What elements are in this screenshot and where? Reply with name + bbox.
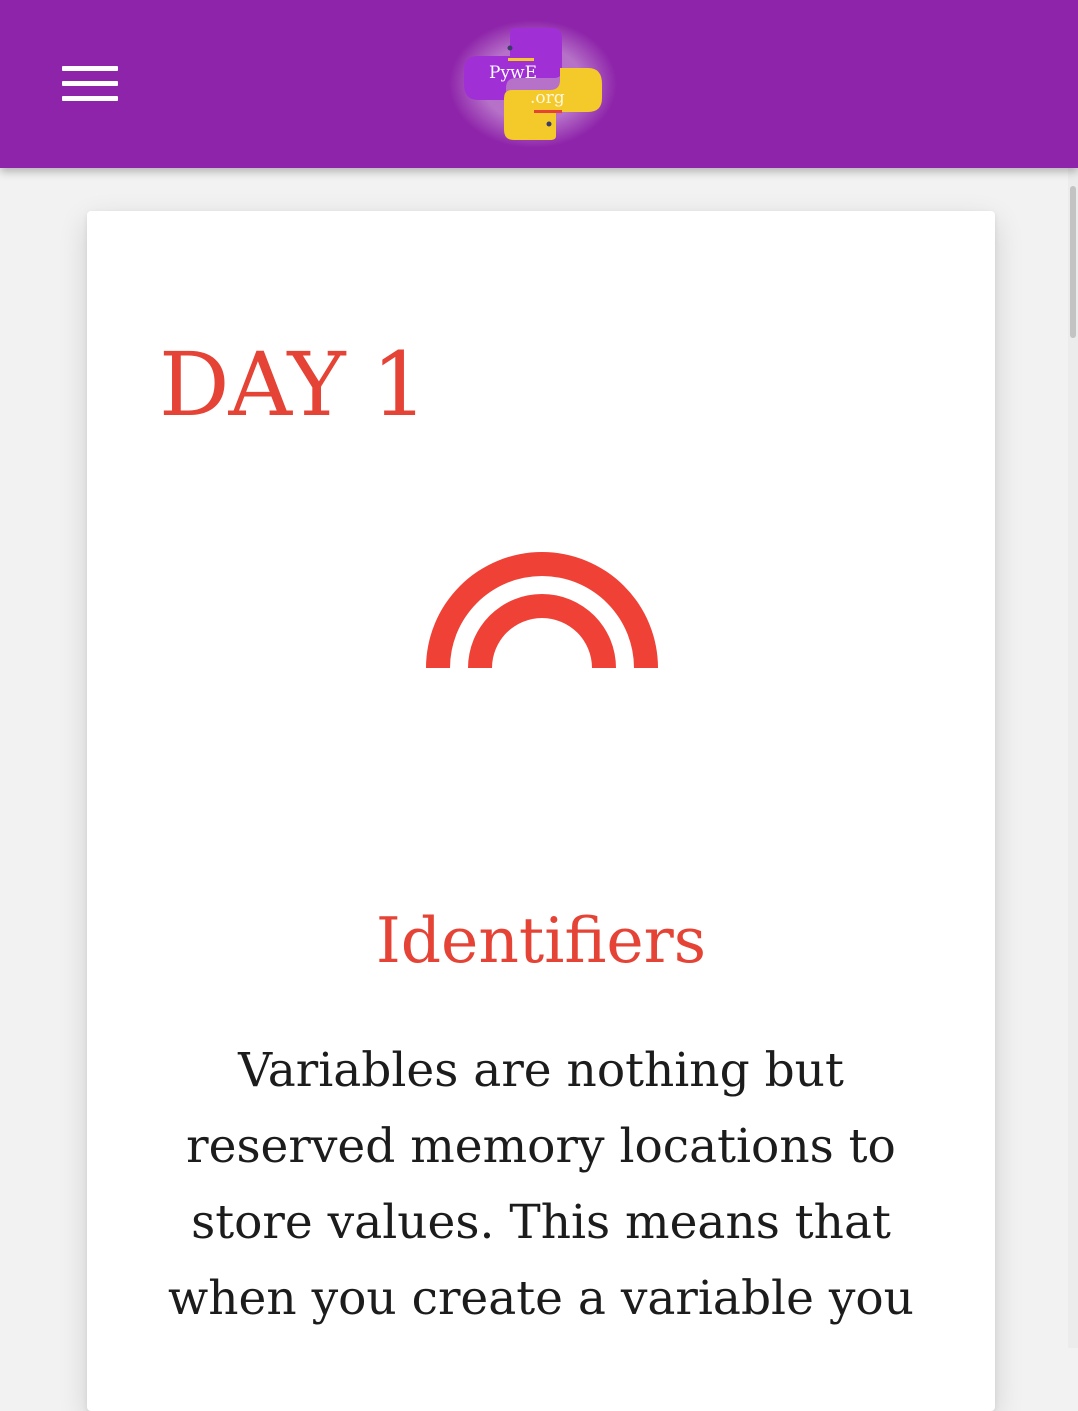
hamburger-menu-button[interactable] [62,64,118,104]
site-logo[interactable]: PywE .org [448,18,618,150]
menu-bar-top [62,66,118,71]
top-app-bar: PywE .org [0,0,1078,168]
arch-icon [426,552,658,668]
menu-bar-middle [62,81,118,86]
lesson-card: DAY 1 Identifiers Variables are nothing … [87,211,995,1411]
scrollbar-thumb[interactable] [1070,186,1076,338]
logo-text-org: .org [530,88,565,108]
day-title: DAY 1 [159,333,428,436]
section-title: Identifiers [375,904,707,977]
menu-bar-bottom [62,96,118,101]
logo-text-pywe: PywE [489,63,538,83]
scrollbar-track[interactable] [1068,168,1078,1348]
python-logo-icon [449,20,617,148]
lesson-body-text: Variables are nothing but reserved memor… [168,1043,914,1326]
